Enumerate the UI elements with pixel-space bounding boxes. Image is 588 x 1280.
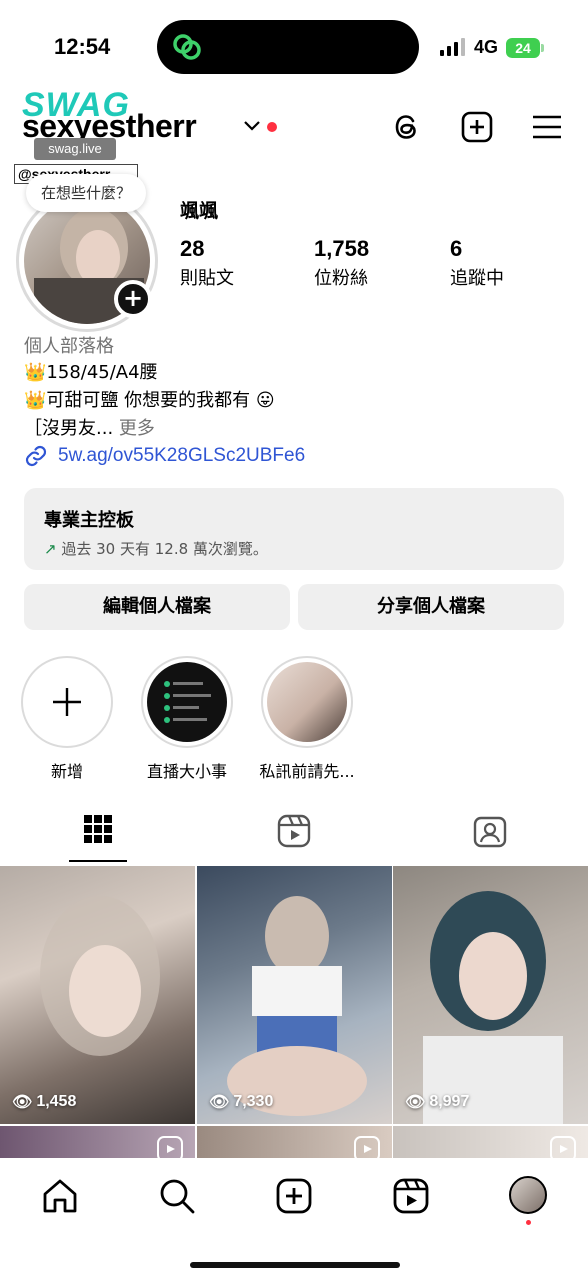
dynamic-island xyxy=(157,20,419,74)
bio-more-link[interactable]: 更多 xyxy=(119,418,155,439)
stat-label: 位粉絲 xyxy=(314,268,368,289)
reels-nav-icon[interactable] xyxy=(391,1176,431,1216)
grid-icon xyxy=(84,815,112,843)
highlight-cover xyxy=(147,662,227,742)
profile-category: 個人部落格 xyxy=(24,336,114,357)
profile-link-text[interactable]: 5w.ag/ov55K28GLSc2UBFe6 xyxy=(58,445,305,467)
edit-profile-button[interactable]: 編輯個人檔案 xyxy=(24,584,290,630)
view-count: 👁 8,997 xyxy=(405,1093,470,1111)
highlight-label: 直播大小事 xyxy=(146,762,227,781)
stat-value: 28 xyxy=(180,236,205,261)
highlight-circle xyxy=(21,656,113,748)
notification-dot xyxy=(267,122,277,132)
link-icon xyxy=(25,445,47,467)
bio-line[interactable]: ［沒男友... 更多 xyxy=(24,414,155,440)
highlight-label: 新增 xyxy=(50,762,83,781)
notification-dot xyxy=(526,1220,531,1225)
highlight-circle xyxy=(141,656,233,748)
tab-reels[interactable] xyxy=(196,812,392,864)
followers-stat[interactable]: 1,758 位粉絲 xyxy=(314,236,369,290)
plus-square-icon[interactable] xyxy=(460,110,494,144)
eye-icon: 👁 xyxy=(405,1094,426,1111)
bio-line: 👑可甜可鹽 你想要的我都有 😛 xyxy=(24,390,275,411)
active-tab-indicator xyxy=(69,860,127,862)
dashboard-title: 專業主控板 xyxy=(44,510,134,531)
search-icon[interactable] xyxy=(157,1176,197,1216)
home-icon[interactable] xyxy=(40,1176,80,1216)
chevron-down-icon[interactable] xyxy=(243,119,261,133)
add-story-button[interactable]: + xyxy=(114,280,152,318)
profile-link[interactable]: 5w.ag/ov55K28GLSc2UBFe6 xyxy=(24,444,305,468)
post-image xyxy=(423,891,563,1124)
watermark-logo: SWAG xyxy=(22,86,130,124)
tab-tagged[interactable] xyxy=(392,812,588,864)
status-time: 12:54 xyxy=(54,34,111,59)
status-bar: 12:54 4G 24 xyxy=(0,0,588,96)
link-chain-icon xyxy=(173,34,201,60)
crown-icon: 👑 xyxy=(24,390,47,411)
dashboard-subtitle: ↗ 過去 30 天有 12.8 萬次瀏覽。 xyxy=(44,540,268,558)
post-image xyxy=(40,896,160,1056)
network-type: 4G xyxy=(474,37,499,57)
highlight-live[interactable]: 直播大小事 xyxy=(139,656,235,782)
reels-icon xyxy=(277,814,311,848)
post-image xyxy=(227,896,367,1116)
note-bubble[interactable]: 在想些什麼？ xyxy=(26,174,146,212)
hamburger-menu-icon[interactable] xyxy=(530,110,564,144)
eye-icon: 👁 xyxy=(209,1094,230,1111)
highlight-cover xyxy=(267,662,347,742)
home-indicator[interactable] xyxy=(190,1262,400,1268)
highlight-new[interactable]: 新增 xyxy=(19,656,115,782)
following-stat[interactable]: 6 追蹤中 xyxy=(450,236,504,290)
stat-label: 追蹤中 xyxy=(450,268,504,289)
post-thumbnail[interactable]: 👁 8,997 xyxy=(393,866,588,1124)
highlight-circle xyxy=(261,656,353,748)
highlight-label: 私訊前請先... xyxy=(259,762,355,781)
plus-icon xyxy=(53,688,81,716)
display-name: 颯颯 xyxy=(180,200,219,222)
post-thumbnail[interactable]: 👁 1,458 xyxy=(0,866,195,1124)
posts-stat[interactable]: 28 則貼文 xyxy=(180,236,234,290)
highlight-dm[interactable]: 私訊前請先... xyxy=(259,656,355,782)
battery-icon: 24 xyxy=(506,38,544,58)
view-count: 👁 1,458 xyxy=(12,1093,77,1111)
stat-value: 6 xyxy=(450,236,463,261)
stat-value: 1,758 xyxy=(314,236,370,261)
stat-label: 則貼文 xyxy=(180,268,234,289)
eye-icon: 👁 xyxy=(12,1094,33,1111)
watermark-url: swag.live xyxy=(34,138,116,160)
professional-dashboard[interactable]: 專業主控板 ↗ 過去 30 天有 12.8 萬次瀏覽。 xyxy=(24,488,564,570)
tongue-emoji-icon: 😛 xyxy=(255,390,275,411)
profile-nav-avatar[interactable] xyxy=(509,1176,547,1214)
trend-up-icon: ↗ xyxy=(44,540,57,558)
post-thumbnail[interactable]: 👁 7,330 xyxy=(197,866,392,1124)
view-count: 👁 7,330 xyxy=(209,1093,274,1111)
tagged-icon xyxy=(473,816,507,848)
cellular-signal-icon xyxy=(440,38,465,56)
bio-line: 👑158/45/A4腰 xyxy=(24,362,158,383)
crown-icon: 👑 xyxy=(24,362,47,383)
create-icon[interactable] xyxy=(274,1176,314,1216)
battery-level: 24 xyxy=(506,38,540,58)
threads-icon[interactable] xyxy=(390,110,424,144)
tab-posts-grid[interactable] xyxy=(0,812,196,864)
share-profile-button[interactable]: 分享個人檔案 xyxy=(298,584,564,630)
